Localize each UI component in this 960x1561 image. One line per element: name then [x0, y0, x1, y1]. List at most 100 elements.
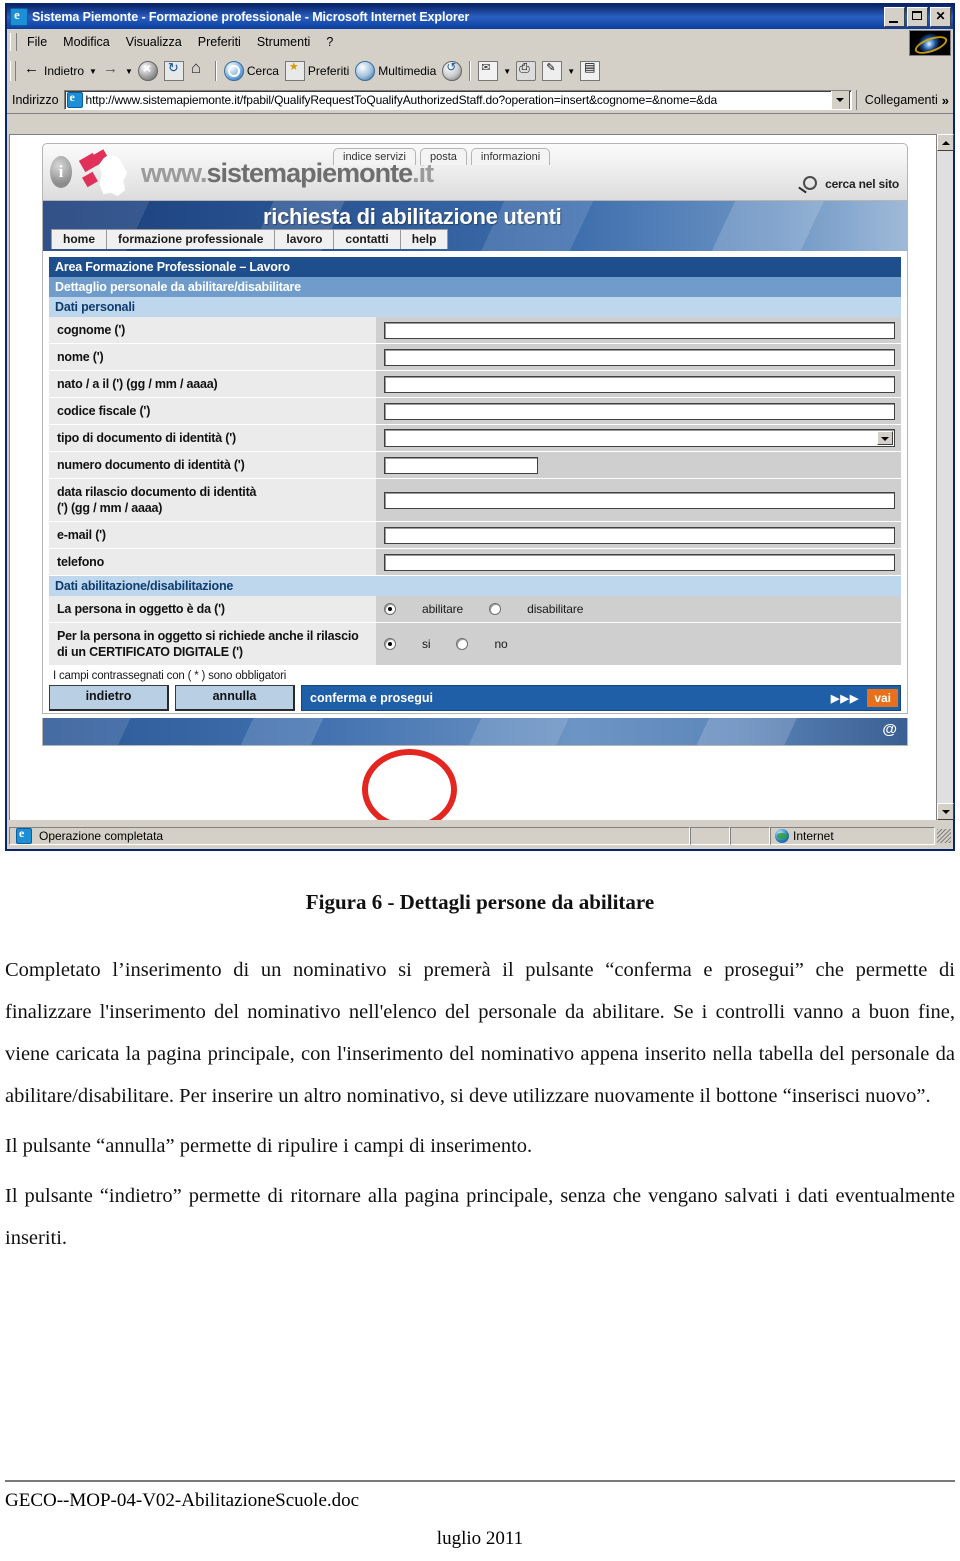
- form-row-tipo-documento: tipo di documento di identità ('): [49, 425, 901, 452]
- tab-posta[interactable]: posta: [419, 148, 467, 165]
- nav-item-help[interactable]: help: [399, 229, 449, 249]
- radio-label-certificato-si: si: [422, 637, 431, 651]
- nav-item-contatti[interactable]: contatti: [333, 229, 401, 249]
- edit-icon: [542, 61, 563, 81]
- forward-dropdown-icon[interactable]: ▼: [125, 67, 133, 76]
- menu-item-help[interactable]: ?: [318, 33, 341, 51]
- stop-button[interactable]: [135, 59, 161, 83]
- maximize-button[interactable]: [907, 7, 928, 27]
- paragraph-1: Completato l’inserimento di un nominativ…: [5, 959, 955, 1108]
- section-heading-enable: Dati abilitazione/disabilitazione: [49, 576, 901, 596]
- conferma-label: conferma e prosegui: [310, 691, 433, 705]
- label-data-nascita: nato / a il (') (gg / mm / aaaa): [49, 371, 376, 397]
- search-button[interactable]: Cerca: [221, 59, 282, 83]
- telefono-input[interactable]: [384, 553, 895, 571]
- nome-input[interactable]: [384, 348, 895, 366]
- tab-informazioni[interactable]: informazioni: [470, 148, 551, 165]
- history-button[interactable]: [439, 59, 465, 83]
- close-button[interactable]: ✕: [930, 7, 951, 27]
- address-input[interactable]: http://www.sistemapiemonte.it/fpabil/Qua…: [63, 90, 852, 110]
- data-nascita-input[interactable]: [384, 375, 895, 393]
- label-cognome: cognome ('): [49, 317, 376, 343]
- field-cell-tipo-documento: [376, 425, 901, 451]
- back-button[interactable]: Indietro: [20, 60, 87, 82]
- annulla-button[interactable]: annulla: [175, 685, 295, 711]
- label-data-rilascio: data rilascio documento di identità (') …: [49, 479, 376, 521]
- mail-icon: [478, 61, 499, 81]
- field-cell-nome: [376, 344, 901, 370]
- toolbar-grip: [10, 61, 16, 81]
- label-email: e-mail ('): [49, 522, 376, 548]
- favorites-button-label: Preferiti: [307, 64, 350, 78]
- indietro-button[interactable]: indietro: [49, 685, 169, 711]
- mail-dropdown-icon[interactable]: ▼: [503, 67, 511, 76]
- paragraph-3: Il pulsante “indietro” permette di ritor…: [5, 1185, 955, 1250]
- menu-item-modifica[interactable]: Modifica: [55, 33, 118, 51]
- label-tipo-documento: tipo di documento di identità ('): [49, 425, 376, 451]
- toolbar-divider: [214, 61, 217, 81]
- address-dropdown-button[interactable]: [830, 91, 850, 109]
- radio-certificato-no[interactable]: [456, 638, 469, 650]
- cognome-input[interactable]: [384, 321, 895, 339]
- mail-button[interactable]: [475, 59, 501, 83]
- menu-item-file[interactable]: File: [19, 33, 55, 51]
- codice-fiscale-input[interactable]: [384, 402, 895, 420]
- star-icon: [284, 60, 305, 81]
- back-dropdown-icon[interactable]: ▼: [89, 67, 97, 76]
- radio-label-disabilitare: disabilitare: [527, 602, 584, 616]
- vai-button[interactable]: vai: [867, 689, 898, 707]
- form-row-abilitare: La persona in oggetto è da (') abilitare…: [49, 596, 901, 623]
- chevron-down-icon[interactable]: [877, 431, 893, 445]
- media-button[interactable]: Multimedia: [352, 59, 439, 83]
- nav-item-formazione-professionale[interactable]: formazione professionale: [106, 229, 276, 249]
- figure-caption: Figura 6 - Dettagli persone da abilitare: [305, 890, 655, 914]
- print-button[interactable]: [513, 59, 539, 83]
- conferma-e-prosegui-button[interactable]: conferma e prosegui ▶▶▶ vai: [301, 685, 901, 711]
- detail-heading: Dettaglio personale da abilitare/disabil…: [49, 277, 901, 297]
- edit-dropdown-icon[interactable]: ▼: [567, 67, 575, 76]
- email-input[interactable]: [384, 526, 895, 544]
- menu-item-strumenti[interactable]: Strumenti: [249, 33, 319, 51]
- radio-label-abilitare: abilitare: [422, 602, 464, 616]
- form-row-certificato: Per la persona in oggetto si richiede an…: [49, 623, 901, 666]
- data-rilascio-input[interactable]: [384, 491, 895, 509]
- edit-button[interactable]: [539, 59, 565, 83]
- scroll-down-button[interactable]: [937, 803, 954, 820]
- radio-abilitare[interactable]: [384, 603, 396, 615]
- browser-viewport: i www.sistemapiemonte.it indice servizi …: [9, 134, 951, 820]
- refresh-button[interactable]: [161, 59, 187, 83]
- nav-item-home[interactable]: home: [51, 229, 108, 249]
- menu-item-preferiti[interactable]: Preferiti: [190, 33, 249, 51]
- media-icon: [355, 61, 376, 81]
- favorites-button[interactable]: Preferiti: [282, 59, 352, 83]
- forward-button[interactable]: [99, 60, 123, 82]
- home-button[interactable]: [187, 58, 211, 82]
- tipo-documento-select[interactable]: [384, 429, 895, 447]
- site-search[interactable]: cerca nel sito: [798, 176, 899, 192]
- radio-certificato-si[interactable]: [384, 638, 396, 650]
- nav-item-lavoro[interactable]: lavoro: [274, 229, 335, 249]
- links-button[interactable]: Collegamenti »: [855, 90, 953, 110]
- form-row-nome: nome ('): [49, 344, 901, 371]
- scroll-up-button[interactable]: [937, 134, 954, 151]
- site-content: Area Formazione Professionale – Lavoro D…: [42, 251, 908, 714]
- search-icon: [223, 61, 244, 81]
- numero-documento-input[interactable]: [384, 456, 538, 474]
- browser-window: Sistema Piemonte - Formazione profession…: [5, 3, 955, 851]
- vertical-scrollbar[interactable]: [936, 134, 954, 820]
- field-cell-codice-fiscale: [376, 398, 901, 424]
- minimize-button[interactable]: [884, 7, 905, 27]
- label-numero-documento: numero documento di identità ('): [49, 452, 376, 478]
- status-message: Operazione completata: [39, 829, 164, 843]
- tab-indice-servizi[interactable]: indice servizi: [333, 148, 416, 165]
- email-at-icon: @: [882, 721, 897, 738]
- address-bar: Indirizzo http://www.sistemapiemonte.it/…: [7, 87, 953, 114]
- discuss-button[interactable]: [577, 59, 603, 83]
- resize-grip-icon[interactable]: [937, 829, 951, 843]
- footer-divider: [5, 1480, 955, 1482]
- menu-item-visualizza[interactable]: Visualizza: [118, 33, 190, 51]
- radio-disabilitare[interactable]: [489, 603, 502, 615]
- form-row-numero-documento: numero documento di identità ('): [49, 452, 901, 479]
- section-heading-personal: Dati personali: [49, 297, 901, 317]
- status-message-pane: Operazione completata: [9, 826, 690, 845]
